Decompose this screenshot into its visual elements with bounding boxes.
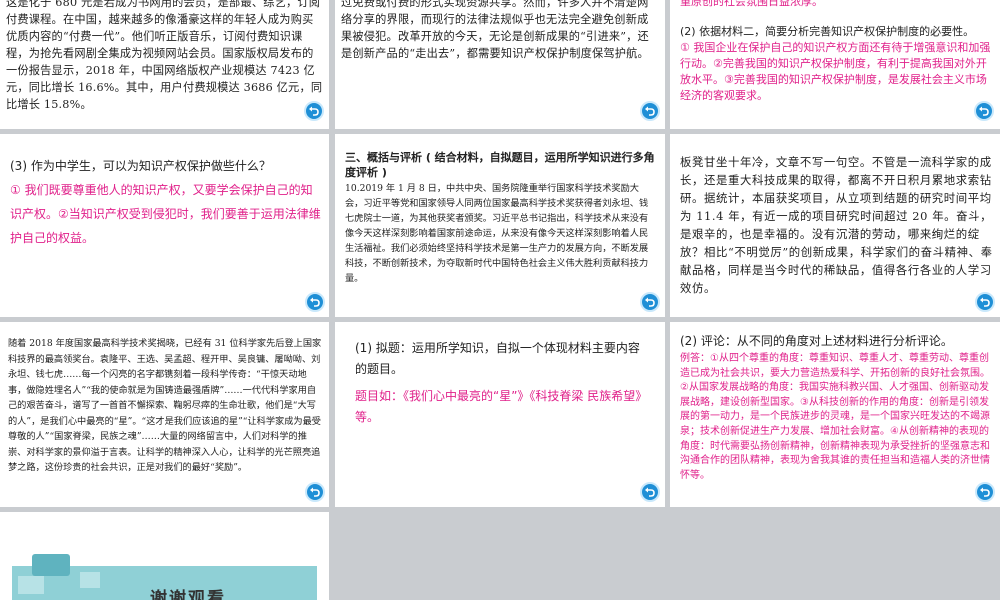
slide-5-heading: 三、概括与评析 ( 结合材料，自拟题目，运用所学知识进行多角度评析 )	[345, 151, 655, 179]
return-arrow-icon[interactable]	[974, 101, 994, 121]
slide-4-answer: ① 我们既要尊重他人的知识产权，又要学会保护自己的知识产权。②当知识产权受到侵犯…	[10, 183, 321, 245]
slide-9[interactable]: (2) 评论：从不同的角度对上述材料进行分析评论。 例答：①从四个尊重的角度：尊…	[670, 322, 1000, 507]
return-arrow-icon[interactable]	[640, 482, 660, 502]
slide-3[interactable]: 重原创的社会氛围日益浓厚。 (2) 依据材料二，简要分析完善知识产权保护制度的必…	[670, 0, 1000, 129]
slide-5[interactable]: 三、概括与评析 ( 结合材料，自拟题目，运用所学知识进行多角度评析 ) 10.2…	[335, 134, 665, 317]
thanks-text: 谢谢观看	[150, 589, 226, 600]
decorative-block	[18, 576, 44, 594]
slide-4-question: (3) 作为中学生，可以为知识产权保护做些什么？	[10, 159, 271, 173]
slide-3-answer: ① 我国企业在保护自己的知识产权方面还有待于增强意识和加强行动。②完善我国的知识…	[680, 41, 991, 102]
slide-6-text: 板凳甘坐十年冷，文章不写一句空。不管是一流科学家的成长，还是重大科技成果的取得，…	[680, 155, 993, 295]
slide-8[interactable]: (1) 拟题：运用所学知识，自拟一个体现材料主要内容的题目。 题目如：《我们心中…	[335, 322, 665, 507]
slide-2-text: 过免费或付费的形式实现资源共享。然而，许多人并不清楚网络分享的界限，而现行的法律…	[341, 0, 649, 60]
return-arrow-icon[interactable]	[305, 292, 325, 312]
slide-3-answer-tail: 重原创的社会氛围日益浓厚。	[680, 0, 823, 8]
decorative-image	[32, 554, 70, 576]
slide-8-answer: 题目如：《我们心中最亮的“星”》《科技脊梁 民族希望》等。	[355, 389, 642, 424]
slide-1[interactable]: 这是化于 680 元是若成为书网用的会员，是部最、综艺，订阅付费课程。在中国，越…	[0, 0, 329, 129]
slide-7[interactable]: 随着 2018 年度国家最高科学技术奖揭晓，已经有 31 位科学家先后登上国家科…	[0, 322, 329, 507]
slide-9-question: (2) 评论：从不同的角度对上述材料进行分析评论。	[680, 334, 953, 348]
slide-5-text: 10.2019 年 1 月 8 日，中共中央、国务院隆重举行国家科学技术奖励大会…	[345, 183, 649, 284]
slide-1-text: 这是化于 680 元是若成为书网用的会员，是部最、综艺，订阅付费课程。在中国，越…	[6, 0, 323, 111]
slide-8-question: (1) 拟题：运用所学知识，自拟一个体现材料主要内容的题目。	[355, 341, 640, 376]
return-arrow-icon[interactable]	[975, 292, 995, 312]
return-arrow-icon[interactable]	[305, 482, 325, 502]
slide-10-thanks[interactable]: 谢谢观看	[0, 512, 329, 600]
slide-4[interactable]: (3) 作为中学生，可以为知识产权保护做些什么？ ① 我们既要尊重他人的知识产权…	[0, 134, 329, 317]
slide-7-text: 随着 2018 年度国家最高科学技术奖揭晓，已经有 31 位科学家先后登上国家科…	[8, 338, 322, 473]
slide-9-answer: 例答：①从四个尊重的角度：尊重知识、尊重人才、尊重劳动、尊重创造已成为社会共识，…	[680, 353, 990, 481]
slide-3-question: (2) 依据材料二，简要分析完善知识产权保护制度的必要性。	[680, 25, 975, 38]
return-arrow-icon[interactable]	[975, 482, 995, 502]
return-arrow-icon[interactable]	[304, 101, 324, 121]
slide-2[interactable]: 过免费或付费的形式实现资源共享。然而，许多人并不清楚网络分享的界限，而现行的法律…	[335, 0, 665, 129]
return-arrow-icon[interactable]	[640, 101, 660, 121]
slide-6[interactable]: 板凳甘坐十年冷，文章不写一句空。不管是一流科学家的成长，还是重大科技成果的取得，…	[670, 134, 1000, 317]
return-arrow-icon[interactable]	[640, 292, 660, 312]
decorative-block	[80, 572, 100, 588]
